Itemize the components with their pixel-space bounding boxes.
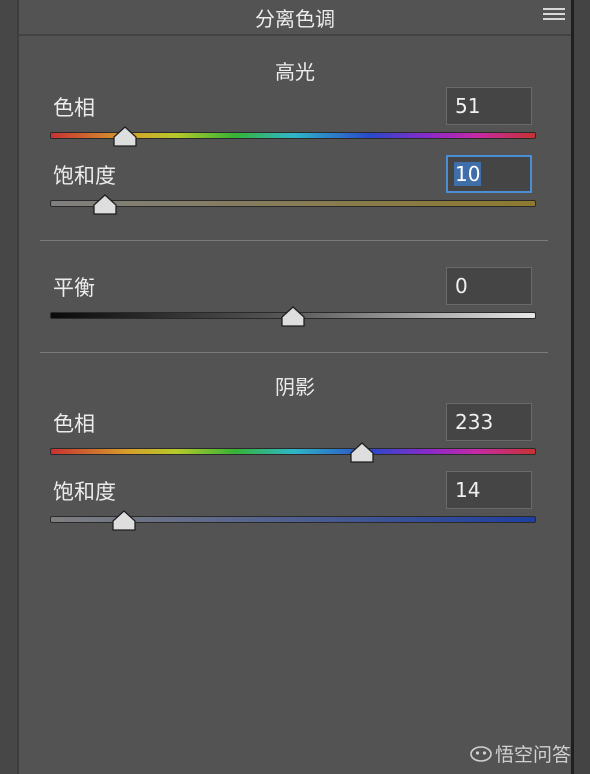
highlights-hue-input[interactable]: 51: [446, 87, 532, 125]
balance-slider-thumb[interactable]: [280, 306, 306, 327]
wukong-logo-icon: [470, 744, 492, 767]
balance-input[interactable]: 0: [446, 267, 532, 305]
balance-label: 平衡: [53, 276, 95, 300]
section-divider: [40, 352, 548, 353]
shadows-saturation-input[interactable]: 14: [446, 471, 532, 509]
section-divider: [40, 240, 548, 241]
highlights-saturation-slider-track[interactable]: [50, 200, 536, 207]
left-panel-edge: [0, 0, 17, 774]
watermark-text: 悟空问答: [495, 744, 572, 766]
highlights-section-title: 高光: [275, 60, 315, 84]
shadows-hue-label: 色相: [53, 412, 95, 436]
highlights-hue-slider-thumb[interactable]: [112, 126, 138, 147]
shadows-section-title: 阴影: [275, 375, 315, 399]
highlights-saturation-slider-thumb[interactable]: [92, 194, 118, 215]
panel-menu-icon[interactable]: [543, 8, 565, 24]
highlights-saturation-label: 饱和度: [53, 164, 116, 188]
right-panel-edge: [574, 0, 590, 774]
highlights-saturation-value: 10: [454, 162, 482, 186]
panel-title: 分离色调: [255, 7, 335, 31]
watermark: 悟空问答: [470, 740, 571, 767]
shadows-hue-slider-thumb[interactable]: [349, 442, 375, 463]
shadows-hue-slider-track[interactable]: [50, 448, 536, 455]
shadows-saturation-label: 饱和度: [53, 480, 116, 504]
shadows-saturation-slider-thumb[interactable]: [111, 510, 137, 531]
header-divider: [19, 34, 571, 36]
shadows-hue-input[interactable]: 233: [446, 403, 532, 441]
highlights-hue-label: 色相: [53, 96, 95, 120]
highlights-saturation-input[interactable]: 10: [446, 155, 532, 193]
